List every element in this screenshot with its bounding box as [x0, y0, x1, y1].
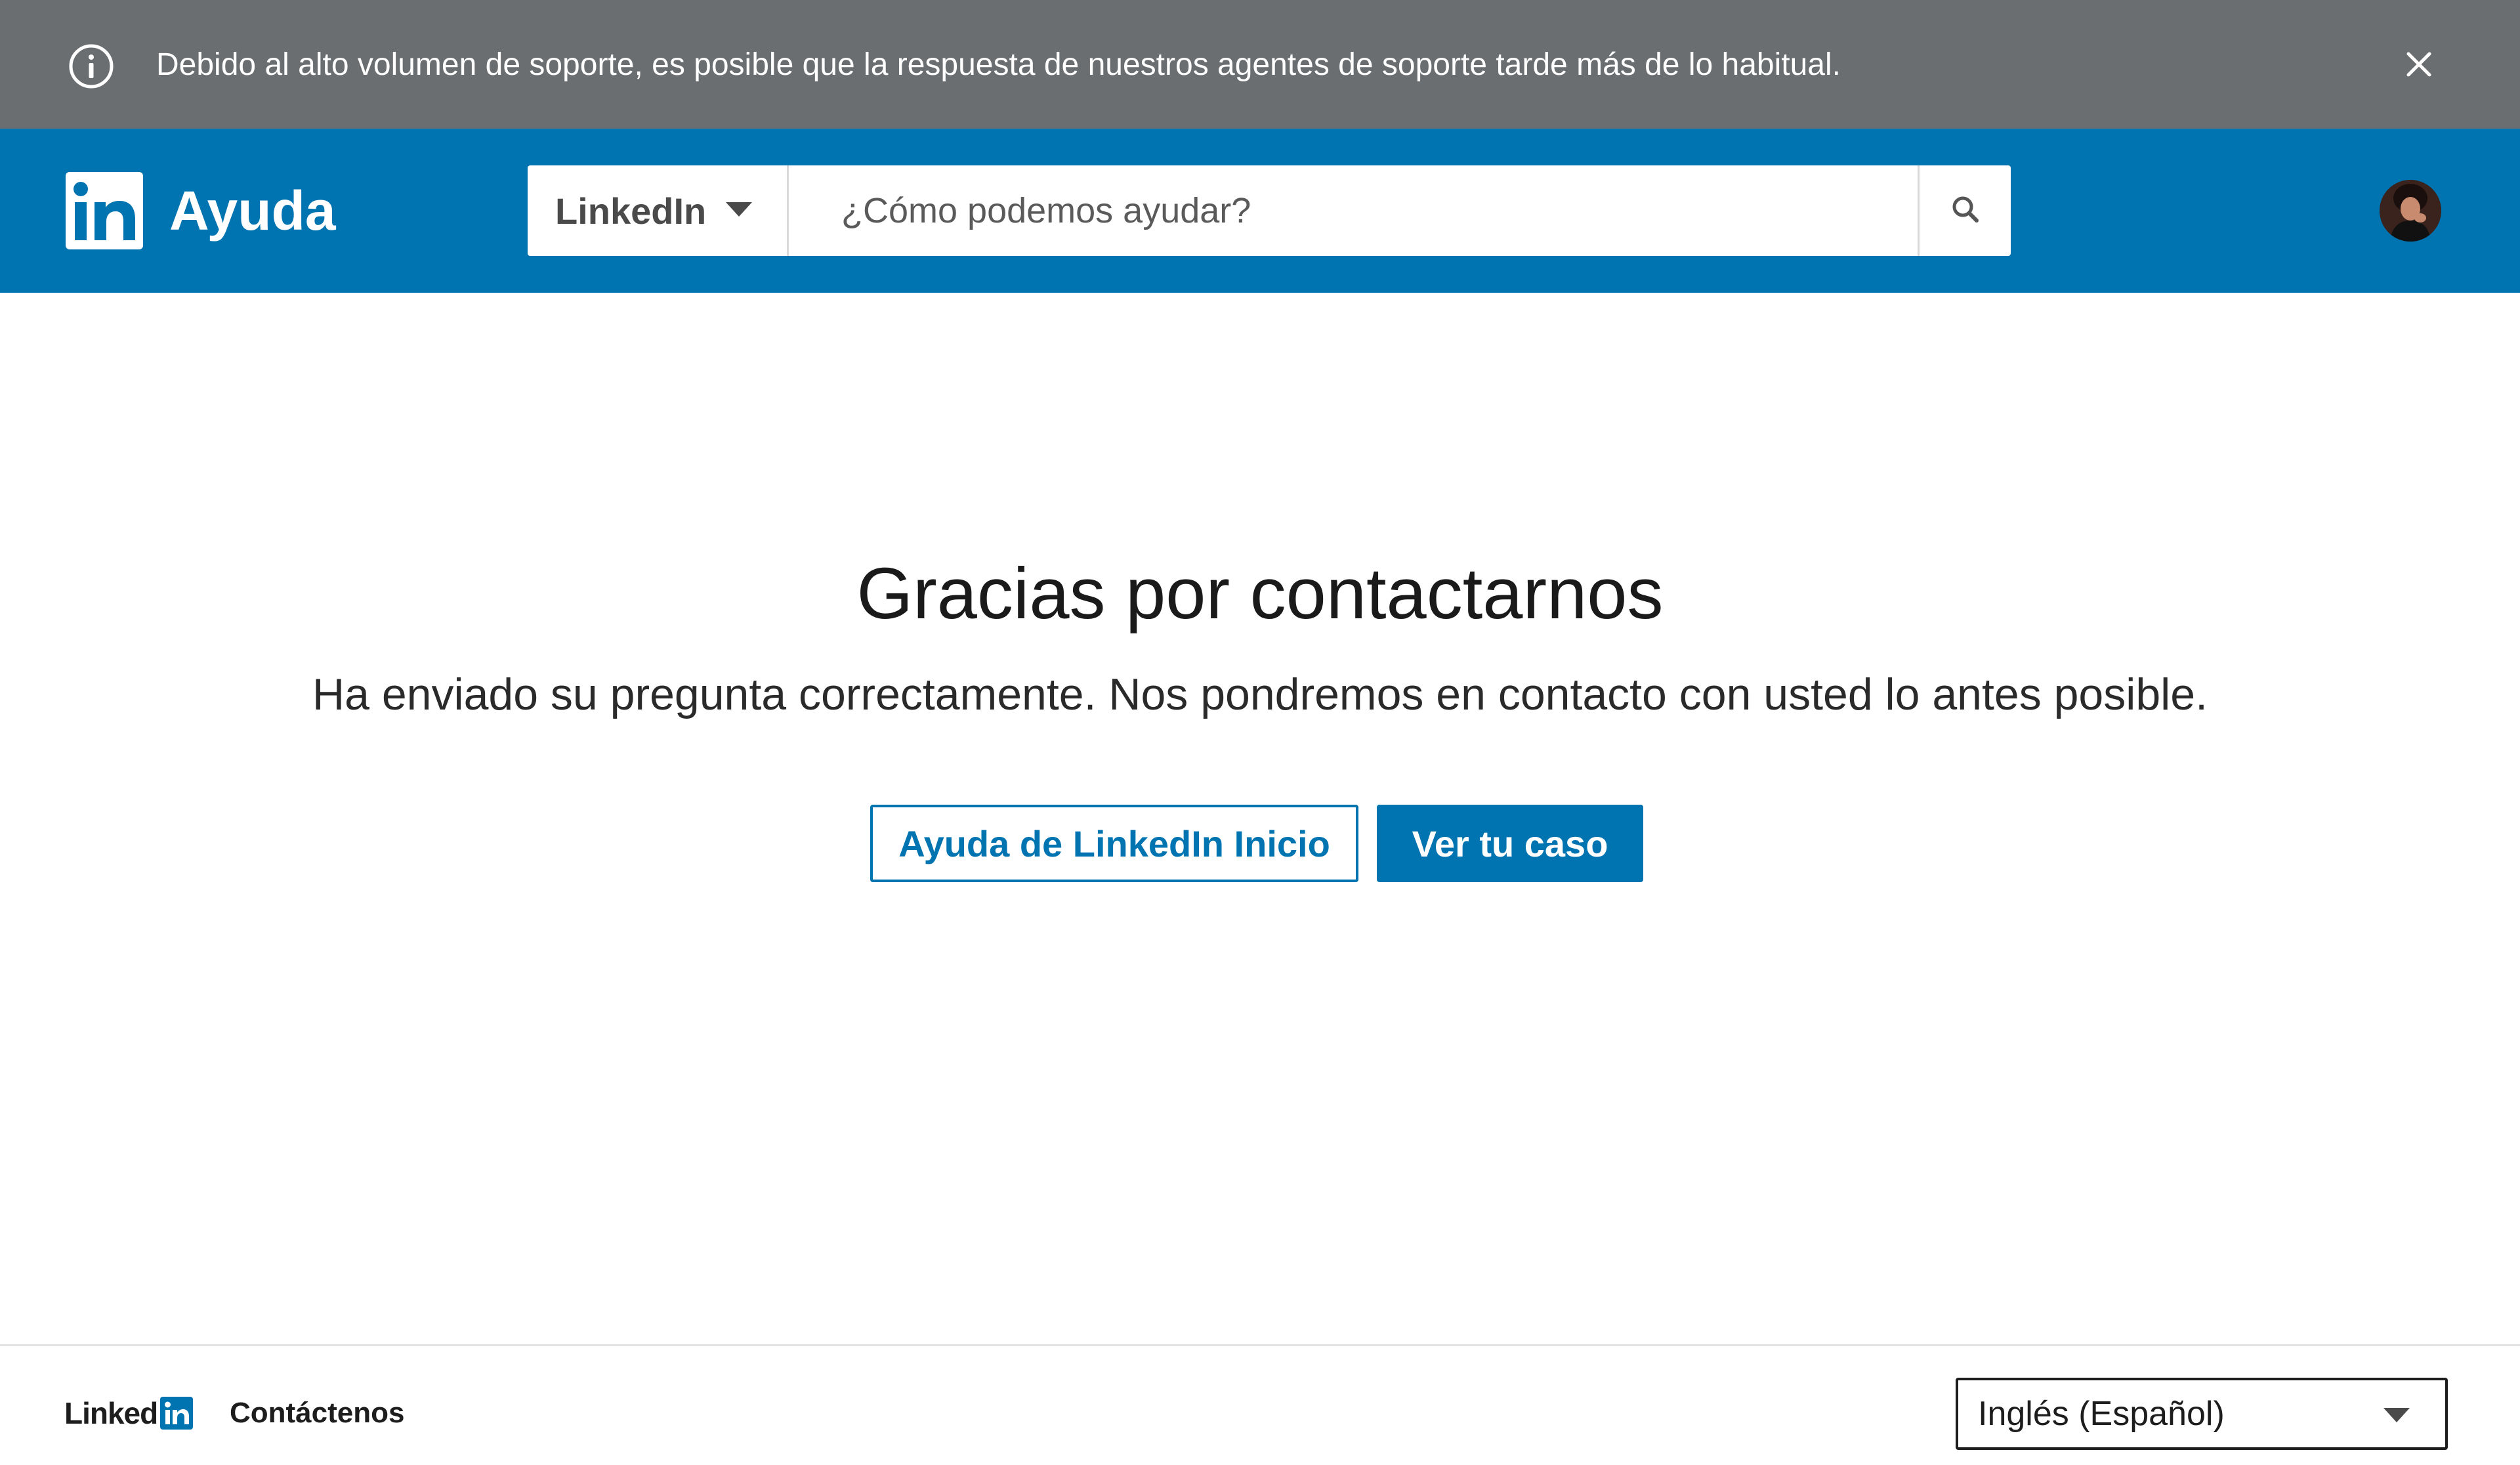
- view-case-button[interactable]: Ver tu caso: [1377, 805, 1643, 882]
- footer-logo-word: Linked: [64, 1396, 158, 1430]
- help-title[interactable]: Ayuda: [169, 129, 336, 293]
- page-title: Gracias por contactarnos: [856, 553, 1664, 634]
- help-header: Ayuda LinkedIn: [0, 129, 2520, 293]
- footer: Linked Contáctenos Inglés (Español): [0, 1344, 2520, 1465]
- chevron-down-icon: [724, 201, 753, 218]
- user-avatar[interactable]: [2380, 180, 2441, 242]
- footer-linkedin-logo[interactable]: Linked: [64, 1396, 194, 1430]
- search-icon: [1950, 194, 1981, 228]
- linkedin-in-icon: [160, 1397, 194, 1430]
- product-select-label: LinkedIn: [555, 190, 707, 232]
- info-icon: [68, 43, 114, 89]
- confirmation-message: Ha enviado su pregunta correctamente. No…: [312, 669, 2208, 719]
- notice-message: Debido al alto volumen de soporte, es po…: [156, 47, 1841, 82]
- contact-link[interactable]: Contáctenos: [230, 1392, 404, 1434]
- support-notice-banner: Debido al alto volumen de soporte, es po…: [0, 0, 2520, 129]
- help-home-button[interactable]: Ayuda de LinkedIn Inicio: [870, 805, 1358, 882]
- language-select-label: Inglés (Español): [1978, 1395, 2225, 1433]
- search-input[interactable]: [789, 165, 1918, 256]
- search-button[interactable]: [1918, 165, 2011, 256]
- search-bar: LinkedIn: [528, 165, 2011, 256]
- close-icon[interactable]: [2402, 47, 2436, 81]
- language-select[interactable]: Inglés (Español): [1956, 1378, 2448, 1450]
- product-select[interactable]: LinkedIn: [528, 165, 789, 256]
- linkedin-logo-icon[interactable]: [66, 172, 143, 249]
- chevron-down-icon: [2382, 1407, 2411, 1424]
